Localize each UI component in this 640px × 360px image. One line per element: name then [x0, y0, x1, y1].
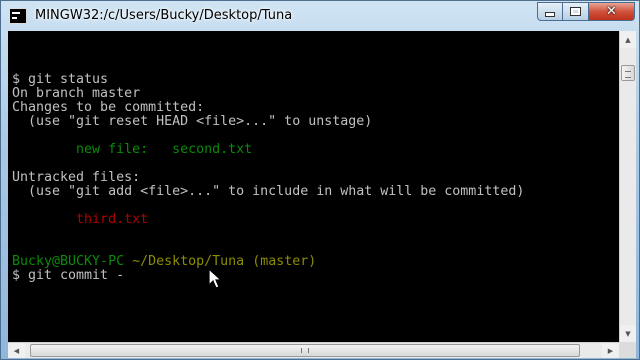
terminal-icon[interactable]: [9, 8, 27, 24]
title-bar[interactable]: MINGW32:/c/Users/Bucky/Desktop/Tuna ✕: [1, 1, 639, 33]
current-command: $ git commit -: [12, 268, 125, 283]
horizontal-scrollbar[interactable]: ◀ ▶: [8, 342, 619, 358]
vertical-scroll-thumb[interactable]: [621, 65, 635, 81]
terminal-line: new file: second.txt: [12, 142, 253, 157]
minimize-icon: [545, 12, 555, 17]
prompt-path: ~/Desktop/Tuna: [132, 254, 245, 269]
scroll-left-button[interactable]: ◀: [8, 343, 25, 358]
terminal-line: (use "git reset HEAD <file>..." to unsta…: [12, 114, 373, 129]
terminal-line: third.txt: [12, 212, 149, 227]
prompt-branch: (master): [252, 254, 317, 269]
horizontal-scroll-thumb[interactable]: [30, 344, 580, 357]
close-button[interactable]: ✕: [589, 2, 635, 21]
scroll-down-button[interactable]: ▼: [620, 325, 636, 342]
scroll-left-arrow-icon: ◀: [13, 346, 20, 355]
terminal-line: Untracked files:: [12, 170, 141, 185]
minimize-button[interactable]: [537, 2, 563, 21]
maximize-icon: [570, 7, 581, 16]
command-input-line[interactable]: $ git commit -: [12, 269, 524, 283]
window-title: MINGW32:/c/Users/Bucky/Desktop/Tuna: [35, 8, 293, 23]
scroll-down-arrow-icon: ▼: [625, 329, 631, 338]
scrollbar-corner: [619, 342, 636, 358]
close-icon: ✕: [606, 4, 617, 19]
prompt-user-host: Bucky@BUCKY-PC: [12, 254, 125, 269]
scroll-up-arrow-icon: ▲: [625, 35, 631, 44]
maximize-button[interactable]: [563, 2, 589, 21]
prompt-line: Bucky@BUCKY-PC ~/Desktop/Tuna (master): [12, 255, 524, 269]
scroll-right-button[interactable]: ▶: [602, 343, 619, 358]
terminal-line: (use "git add <file>..." to include in w…: [12, 184, 525, 199]
scroll-right-arrow-icon: ▶: [607, 346, 614, 355]
terminal-line: On branch master: [12, 86, 141, 101]
terminal-console[interactable]: $ git status On branch master Changes to b…: [8, 31, 619, 342]
terminal-line: Changes to be committed:: [12, 100, 205, 115]
terminal-line: $ git status: [12, 72, 109, 87]
scroll-up-button[interactable]: ▲: [620, 31, 636, 48]
terminal-output: $ git status On branch master Changes to b…: [12, 31, 524, 283]
vertical-scrollbar[interactable]: ▲ ▼: [619, 31, 636, 342]
mouse-pointer-icon: [208, 268, 223, 289]
